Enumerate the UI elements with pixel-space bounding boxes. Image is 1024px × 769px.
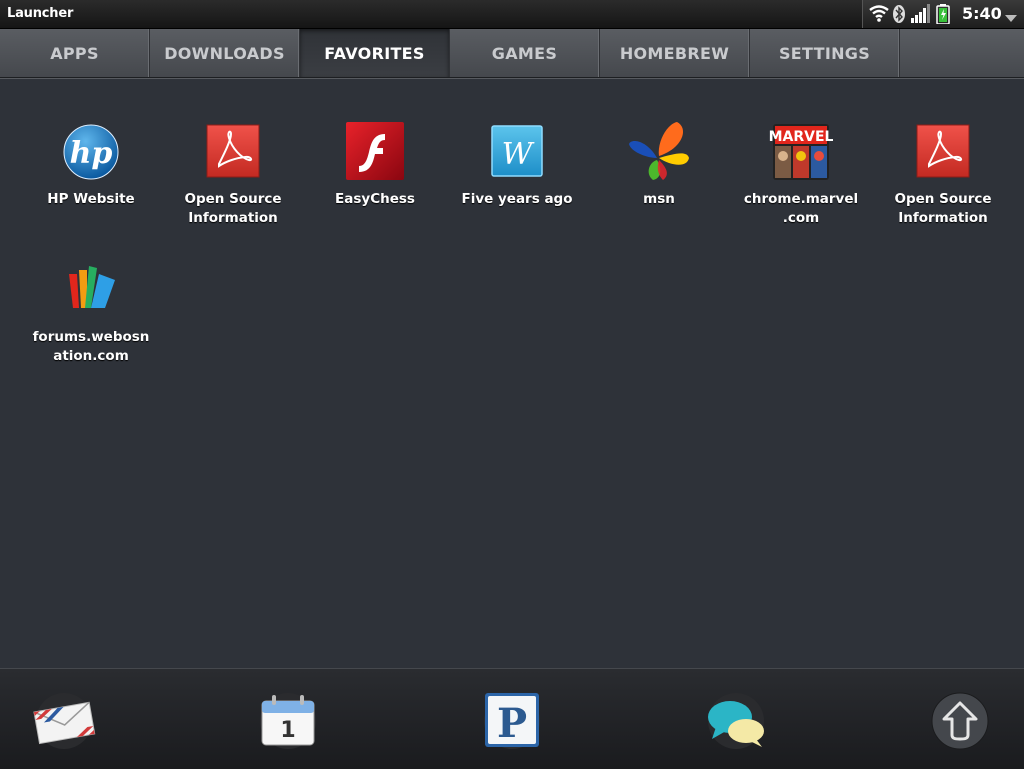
dock-calendar[interactable]: 1 [256,691,320,755]
app-label: msn [643,191,675,207]
app-forums-webosnation-com[interactable]: forums.webosn ation.com [20,260,162,366]
app-open-source-information[interactable]: Open Source Information [162,122,304,228]
dock-email[interactable] [32,691,96,755]
svg-text:P: P [497,700,527,747]
tab-downloads[interactable]: DOWNLOADS [150,29,300,77]
tab-label: SETTINGS [778,43,871,63]
app-label: chrome.marvel .com [743,191,859,226]
email-icon [33,693,96,749]
status-bar: Launcher 5:40 [0,0,1024,29]
tab-favorites[interactable]: FAVORITES [300,29,450,77]
battery-icon [936,4,950,29]
app-label: forums.webosn ation.com [32,329,150,364]
dock-launcher[interactable] [928,691,992,755]
msn-butterfly-icon [627,122,691,186]
app-chrome-marvel-com[interactable]: MARVEL chrome.marvel .com [730,122,872,228]
dock-pandora[interactable]: P [480,691,544,755]
hp-icon: hp [59,122,123,186]
webos-nation-icon [59,260,123,324]
app-easychess[interactable]: EasyChess [304,122,446,209]
messaging-icon [708,693,764,749]
tab-label: HOMEBREW [619,43,730,63]
app-hp-website[interactable]: hp HP Website [20,122,162,209]
status-tray[interactable]: 5:40 [862,0,1024,28]
tab-games[interactable]: GAMES [450,29,600,77]
marvel-icon: MARVEL [769,122,834,186]
app-label: EasyChess [335,191,415,207]
flash-icon [343,122,407,186]
app-label: Open Source Information [894,191,992,226]
app-five-years-ago[interactable]: W Five years ago [446,122,588,209]
tab-label: APPS [50,43,99,63]
dock: 1 P [0,668,1024,769]
menu-arrow-icon [1005,10,1017,28]
bluetooth-icon [892,4,906,29]
pdf-icon [201,122,265,186]
clock: 5:40 [962,4,1002,23]
tab-homebrew[interactable]: HOMEBREW [600,29,750,77]
app-label: Five years ago [461,191,573,207]
launcher-up-icon [931,692,989,750]
w-icon: W [485,122,549,186]
tab-bar: APPS DOWNLOADS FAVORITES GAMES HOMEBREW … [0,29,1024,78]
tab-label: GAMES [491,43,558,63]
pandora-icon: P [484,693,540,749]
calendar-icon: 1 [260,693,316,749]
app-open-source-information-2[interactable]: Open Source Information [872,122,1014,228]
app-label: HP Website [47,191,135,207]
wifi-icon [869,4,889,27]
tab-settings[interactable]: SETTINGS [750,29,900,77]
tab-label: DOWNLOADS [164,43,285,63]
tab-apps[interactable]: APPS [0,29,150,77]
tab-label: FAVORITES [324,43,425,63]
app-label: Open Source Information [184,191,282,226]
app-grid: hp HP Website Open Source Information Ea… [0,78,1024,668]
svg-text:W: W [502,137,535,172]
app-msn[interactable]: msn [588,122,730,209]
pdf-icon [911,122,975,186]
svg-text:1: 1 [280,718,295,743]
dock-messaging[interactable] [704,691,768,755]
svg-text:MARVEL: MARVEL [769,129,833,145]
app-title: Launcher [7,6,74,21]
svg-text:hp: hp [70,136,113,171]
signal-icon [911,4,931,28]
